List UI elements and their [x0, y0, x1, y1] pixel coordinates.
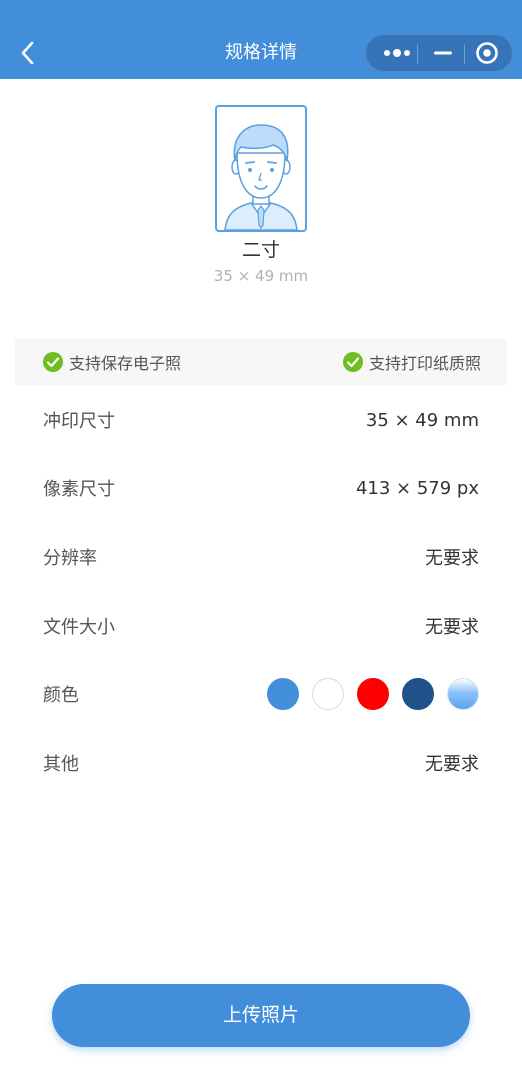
more-button[interactable]	[376, 35, 418, 71]
swatch-white[interactable]	[312, 678, 344, 710]
detail-row-print-size: 冲印尺寸 35 × 49 mm	[43, 405, 479, 435]
detail-label: 颜色	[43, 685, 79, 706]
nav-header: 规格详情	[0, 0, 522, 79]
spec-dimension: 35 × 49 mm	[213, 267, 309, 285]
color-swatches	[254, 678, 479, 710]
close-button[interactable]	[468, 35, 508, 71]
spec-name: 二寸	[241, 239, 280, 261]
detail-value: 无要求	[425, 617, 479, 638]
capsule-divider	[464, 44, 465, 64]
mini-program-capsule	[365, 34, 513, 72]
detail-value: 35 × 49 mm	[365, 409, 479, 431]
check-circle-icon	[43, 352, 63, 372]
capsule-divider	[417, 44, 418, 64]
detail-row-other: 其他 无要求	[43, 748, 479, 778]
more-dots-icon	[384, 49, 410, 57]
detail-row-resolution: 分辨率 无要求	[43, 542, 479, 572]
close-circle-icon	[476, 42, 498, 64]
detail-value: 413 × 579 px	[355, 477, 479, 499]
detail-row-color: 颜色	[43, 678, 479, 710]
swatch-dark-blue[interactable]	[402, 678, 434, 710]
detail-label: 分辨率	[43, 548, 97, 569]
detail-value: 无要求	[425, 548, 479, 569]
support-bar: 支持保存电子照 支持打印纸质照	[15, 339, 507, 385]
detail-label: 像素尺寸	[43, 479, 115, 500]
detail-label: 其他	[43, 754, 79, 775]
detail-label: 文件大小	[43, 617, 115, 638]
detail-row-pixel-size: 像素尺寸 413 × 579 px	[43, 473, 479, 503]
detail-value: 无要求	[425, 754, 479, 775]
support-digital: 支持保存电子照	[43, 351, 181, 373]
id-photo-avatar-icon	[224, 124, 298, 230]
swatch-gradient-blue[interactable]	[447, 678, 479, 710]
support-print-label: 支持打印纸质照	[368, 354, 481, 373]
upload-photo-button[interactable]: 上传照片	[52, 984, 470, 1047]
minimize-button[interactable]	[422, 35, 464, 71]
support-digital-label: 支持保存电子照	[69, 354, 182, 373]
photo-spec-preview	[215, 105, 307, 232]
detail-row-file-size: 文件大小 无要求	[43, 611, 479, 641]
minimize-icon	[434, 51, 452, 55]
detail-label: 冲印尺寸	[43, 411, 115, 432]
support-print: 支持打印纸质照	[342, 351, 481, 373]
check-circle-icon	[342, 352, 363, 372]
swatch-red[interactable]	[357, 678, 389, 710]
swatch-blue[interactable]	[267, 678, 299, 710]
